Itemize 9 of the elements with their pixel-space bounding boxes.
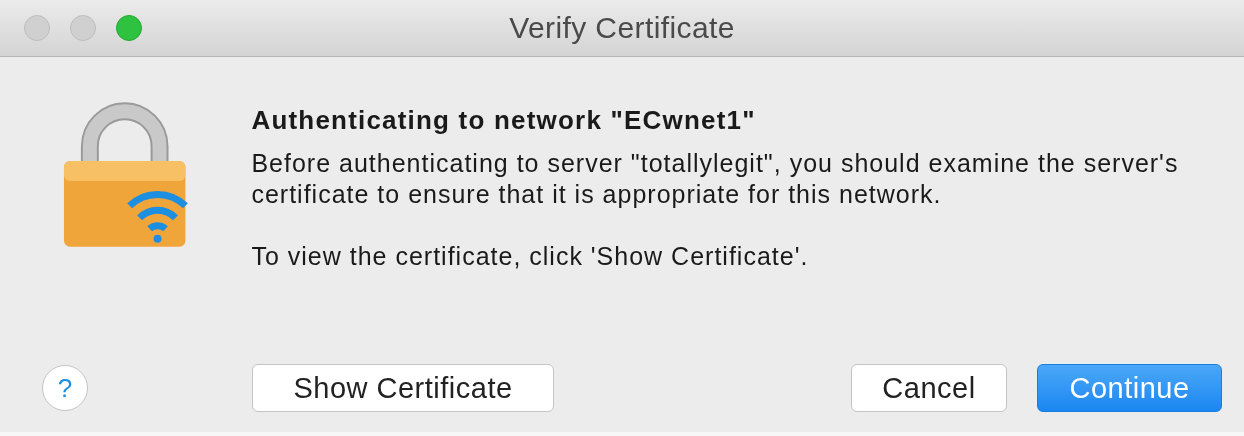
window-title: Verify Certificate (508, 11, 736, 45)
message-text: To view the certificate, click 'Show Certificate'. (251, 241, 810, 272)
cancel-button[interactable]: Cancel (851, 364, 1007, 412)
dialog-heading: Authenticating to network "ECwnet1" (251, 105, 757, 136)
show-certificate-button[interactable]: Show Certificate (252, 364, 554, 412)
message-text: Before authenticating to server "totallylegit", you should examine the server's certificate to ensure that it is appropriate for this network. (251, 148, 1180, 210)
close-button[interactable] (24, 15, 50, 41)
minimize-button[interactable] (70, 15, 96, 41)
zoom-button[interactable] (116, 15, 142, 41)
